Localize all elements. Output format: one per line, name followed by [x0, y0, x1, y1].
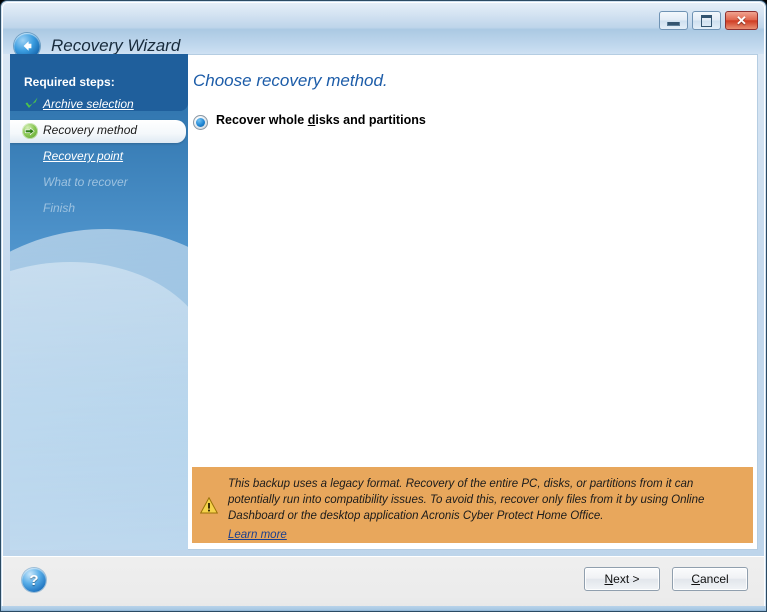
green-arrow-icon [22, 123, 38, 139]
sidebar-decoration-swoosh-2 [10, 252, 188, 550]
cancel-button-label: Cancel [691, 572, 729, 586]
sidebar-step-label: Recovery method [43, 123, 138, 137]
required-steps-header: Required steps: [24, 75, 115, 89]
window-inner: Recovery Wizard ✕ Required steps: Archiv… [2, 2, 765, 611]
wizard-content-panel: Choose recovery method. Recover whole di… [188, 54, 758, 550]
next-button-label: Next > [604, 572, 640, 586]
minimize-button[interactable] [659, 11, 688, 30]
sidebar-step-label: Recovery point [43, 149, 124, 163]
sidebar-step-label: Finish [43, 201, 76, 215]
sidebar-step-what-to-recover: What to recover [10, 172, 188, 195]
wizard-footer: ? Next > Cancel [3, 556, 764, 611]
wizard-body: Required steps: Archive selection Recove… [3, 54, 764, 556]
close-button[interactable]: ✕ [725, 11, 758, 30]
page-title: Choose recovery method. [193, 71, 388, 90]
warning-message-text: This backup uses a legacy format. Recove… [228, 478, 705, 522]
radio-option-label: Recover whole disks and partitions [216, 113, 426, 127]
maximize-button[interactable] [692, 11, 721, 30]
learn-more-link[interactable]: Learn more [228, 529, 287, 541]
green-check-icon [24, 97, 39, 112]
minimize-icon [660, 12, 687, 29]
radio-button-icon[interactable] [193, 115, 208, 130]
maximize-icon [693, 12, 720, 29]
help-glyph: ? [29, 571, 39, 589]
window-bottom-edge [1, 606, 766, 611]
title-bar: Recovery Wizard ✕ [3, 3, 764, 59]
sidebar-step-label: Archive selection [43, 97, 134, 111]
legacy-format-warning-banner: This backup uses a legacy format. Recove… [192, 467, 753, 543]
sidebar-step-archive-selection[interactable]: Archive selection [10, 94, 188, 117]
sidebar-decoration-swoosh [10, 208, 188, 550]
wizard-sidebar: Required steps: Archive selection Recove… [10, 54, 188, 550]
cancel-button[interactable]: Cancel [672, 567, 748, 591]
sidebar-step-recovery-point[interactable]: Recovery point [10, 146, 188, 169]
sidebar-step-finish: Finish [10, 198, 188, 221]
sidebar-step-label: What to recover [43, 175, 128, 189]
close-icon: ✕ [736, 12, 747, 28]
sidebar-step-recovery-method[interactable]: Recovery method [10, 120, 186, 143]
warning-triangle-icon [199, 496, 219, 514]
next-button[interactable]: Next > [584, 567, 660, 591]
recovery-wizard-window: Recovery Wizard ✕ Required steps: Archiv… [0, 0, 767, 612]
help-icon[interactable]: ? [22, 568, 46, 592]
